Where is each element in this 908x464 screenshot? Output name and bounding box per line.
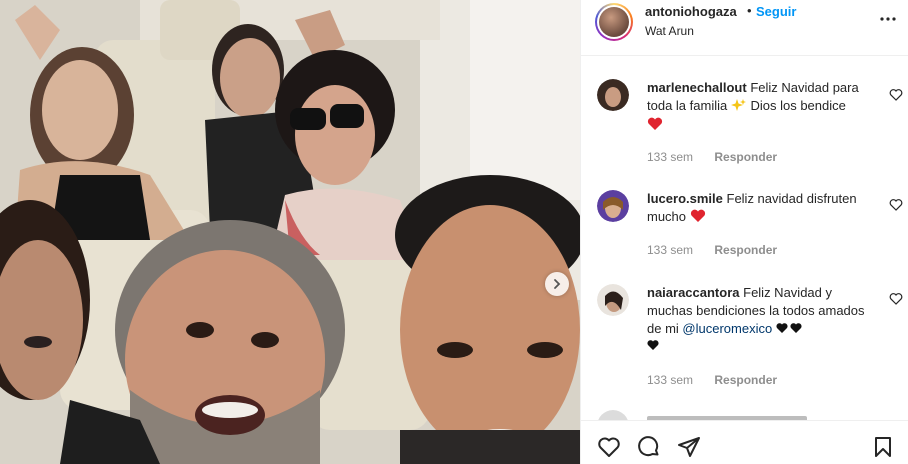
reply-button[interactable]: Responder — [714, 373, 777, 387]
comment-item: marlenechallout Feliz Navidad para toda … — [595, 79, 903, 179]
comment-item: lucero.smile Feliz navidad disfruten muc… — [595, 190, 903, 260]
black-hearts-emoji-icon — [776, 323, 802, 333]
reply-button[interactable]: Responder — [714, 243, 777, 257]
black-heart-emoji-icon — [647, 340, 659, 350]
commenter-avatar[interactable] — [597, 190, 629, 222]
comment-time: 133 sem — [647, 373, 694, 387]
red-heart-emoji-icon — [647, 117, 663, 130]
chevron-right-icon — [554, 279, 561, 289]
cabin-selfie-image — [0, 0, 580, 464]
mention-link[interactable]: @luceromexico — [682, 321, 772, 336]
share-icon[interactable] — [677, 435, 701, 459]
sparkle-emoji-icon — [730, 99, 746, 111]
comment-time: 133 sem — [647, 243, 694, 257]
more-options-icon — [880, 17, 896, 21]
author-avatar[interactable] — [595, 3, 633, 41]
follow-button[interactable]: Seguir — [756, 4, 796, 19]
comment-meta: 133 sem Responder — [647, 150, 795, 164]
post-sidebar: antoniohogaza • Seguir Wat Arun marlenec… — [580, 0, 908, 464]
post-photo[interactable] — [0, 0, 580, 464]
comment-text: marlenechallout Feliz Navidad para toda … — [647, 79, 875, 136]
like-comment-heart-icon[interactable] — [889, 292, 903, 306]
author-username[interactable]: antoniohogaza — [645, 4, 737, 19]
comment-meta: 133 sem Responder — [647, 373, 795, 387]
post-viewer: antoniohogaza • Seguir Wat Arun marlenec… — [0, 0, 908, 464]
next-photo-button[interactable] — [545, 272, 569, 296]
comment-item: naiaraccantora Feliz Navidad y muchas be… — [595, 284, 903, 394]
post-header: antoniohogaza • Seguir Wat Arun — [581, 0, 908, 56]
heart-icon[interactable] — [597, 435, 621, 459]
commenter-username[interactable]: naiaraccantora — [647, 285, 740, 300]
commenter-username[interactable]: marlenechallout — [647, 80, 747, 95]
like-comment-heart-icon[interactable] — [889, 198, 903, 212]
post-location[interactable]: Wat Arun — [645, 24, 694, 38]
post-actions-bar — [581, 420, 908, 464]
commenter-username[interactable]: lucero.smile — [647, 191, 723, 206]
separator-dot: • — [747, 3, 752, 18]
comment-icon[interactable] — [637, 435, 661, 459]
comment-time: 133 sem — [647, 150, 694, 164]
comment-text: lucero.smile Feliz navidad disfruten muc… — [647, 191, 857, 224]
more-options-button[interactable] — [878, 9, 898, 29]
commenter-avatar[interactable] — [597, 79, 629, 111]
commenter-avatar[interactable] — [597, 284, 629, 316]
like-comment-heart-icon[interactable] — [889, 88, 903, 102]
reply-button[interactable]: Responder — [714, 150, 777, 164]
comment-meta: 133 sem Responder — [647, 243, 795, 257]
bookmark-icon[interactable] — [871, 435, 895, 459]
comment-text: naiaraccantora Feliz Navidad y muchas be… — [647, 284, 875, 356]
red-heart-emoji-icon — [690, 209, 705, 222]
